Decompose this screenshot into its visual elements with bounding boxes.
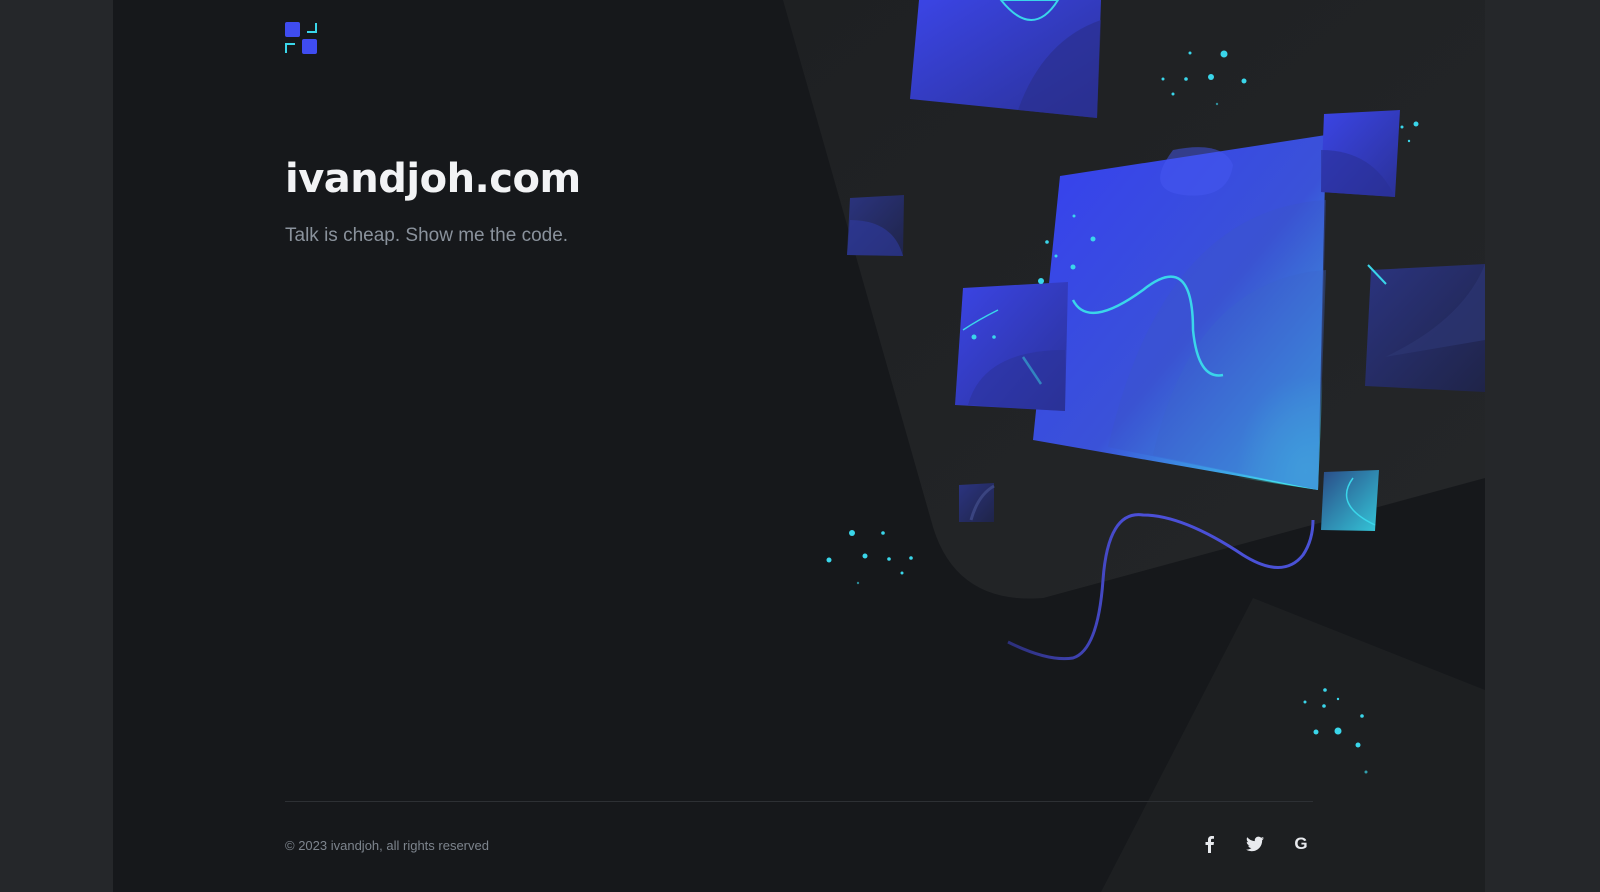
site-title: ivandjoh.com [285, 156, 581, 202]
footer-copyright: © 2023 ivandjoh, all rights reserved [285, 838, 489, 853]
social-links: G [1199, 834, 1311, 854]
page-frame: ivandjoh.com Talk is cheap. Show me the … [113, 0, 1485, 892]
google-icon[interactable]: G [1291, 834, 1311, 854]
footer-divider [285, 801, 1313, 802]
site-logo-icon[interactable] [285, 22, 317, 54]
twitter-icon[interactable] [1245, 834, 1265, 854]
facebook-icon[interactable] [1199, 834, 1219, 854]
hero-illustration [783, 0, 1485, 892]
site-tagline: Talk is cheap. Show me the code. [285, 225, 569, 246]
google-icon-glyph: G [1294, 834, 1308, 853]
